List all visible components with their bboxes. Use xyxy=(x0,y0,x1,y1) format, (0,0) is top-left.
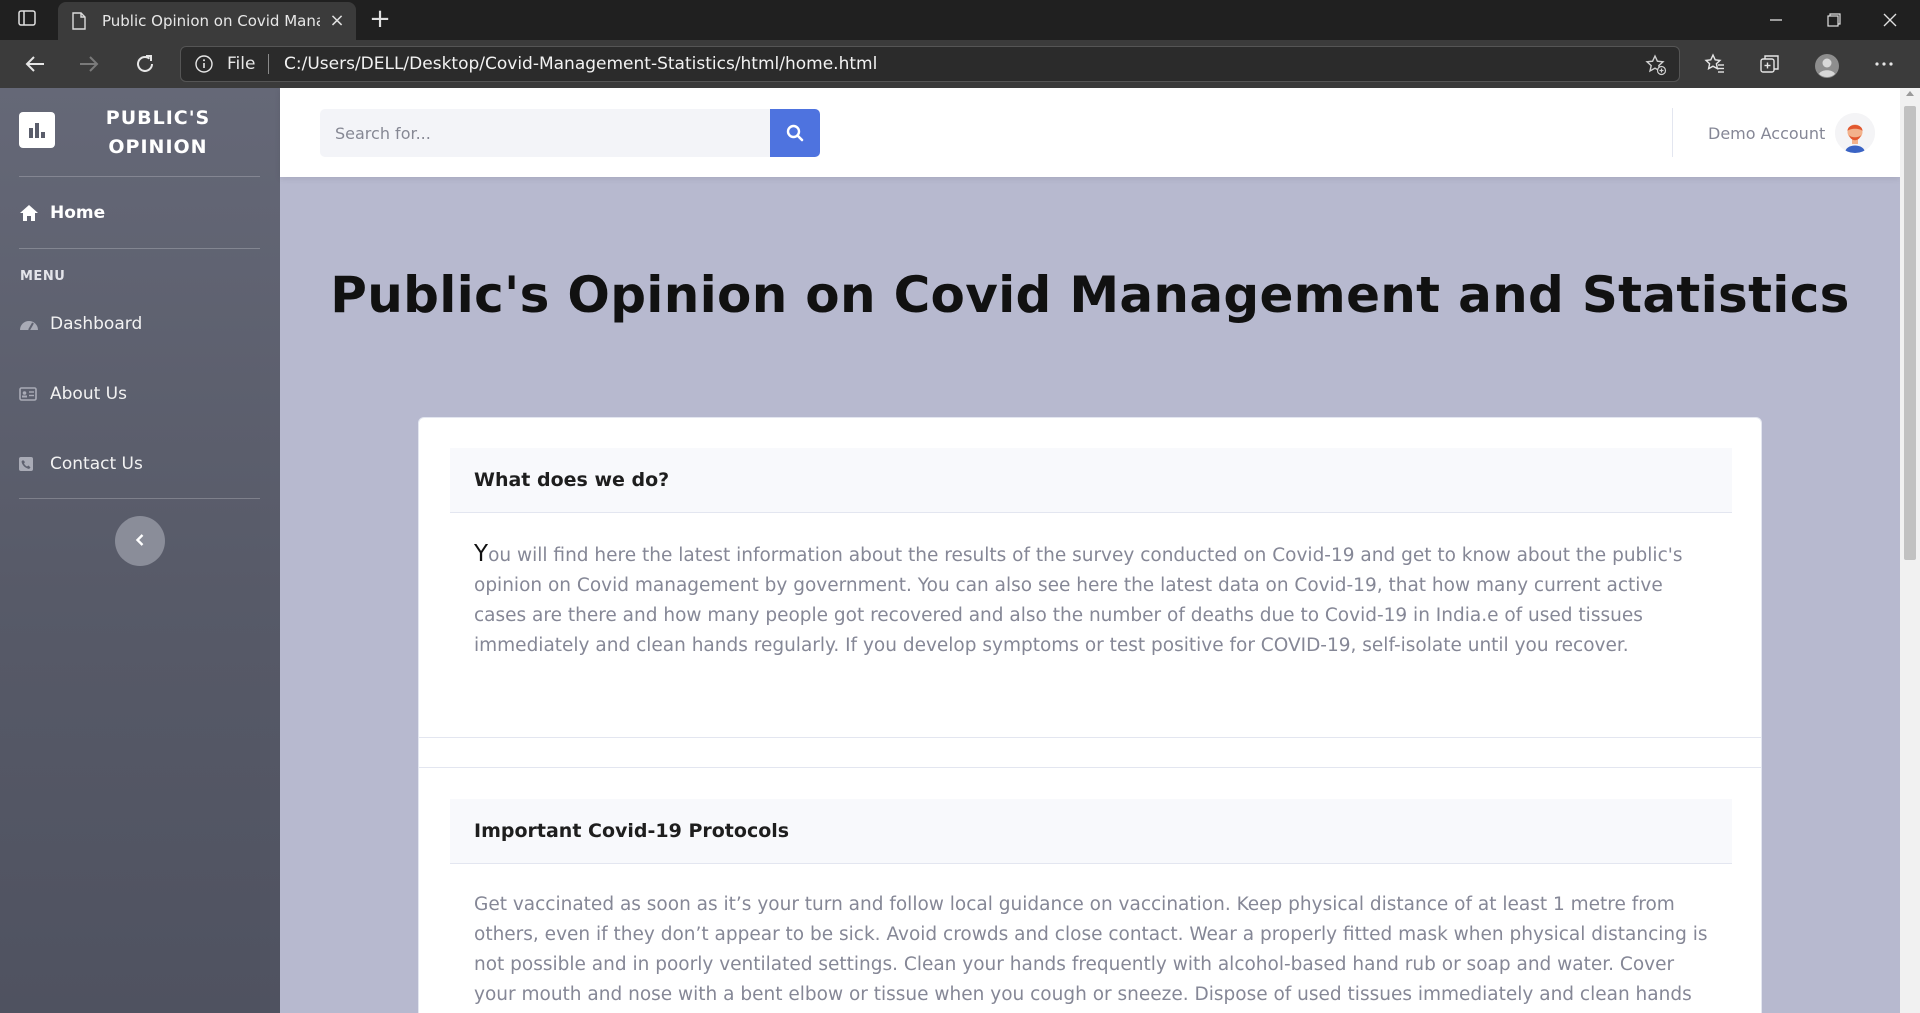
address-url[interactable]: C:/Users/DELL/Desktop/Covid-Management-S… xyxy=(284,54,877,74)
topbar-divider xyxy=(1672,108,1673,157)
sidebar-divider xyxy=(19,248,260,249)
sidebar: PUBLIC'S OPINION Home MENU Dashboard Abo… xyxy=(0,88,280,1013)
card-section-about: What does we do? You will find here the … xyxy=(450,448,1732,661)
sidebar-item-label: Home xyxy=(50,203,106,223)
collections-icon[interactable] xyxy=(1755,50,1785,78)
sidebar-divider xyxy=(19,176,260,177)
sidebar-item-about-us[interactable]: About Us xyxy=(19,378,259,410)
favorites-icon[interactable] xyxy=(1700,50,1730,78)
restore-button[interactable] xyxy=(1812,6,1856,34)
sidebar-item-label: Contact Us xyxy=(50,454,143,474)
close-window-button[interactable] xyxy=(1868,6,1912,34)
avatar xyxy=(1835,113,1876,153)
page-viewport: PUBLIC'S OPINION Home MENU Dashboard Abo… xyxy=(0,88,1920,1013)
address-scheme: File xyxy=(227,54,256,74)
info-icon[interactable] xyxy=(195,55,213,73)
search-form xyxy=(320,109,820,157)
bar-chart-logo-icon xyxy=(19,112,55,148)
browser-tab-strip: Public Opinion on Covid Management and S… xyxy=(0,0,1920,40)
card-body: You will find here the latest informatio… xyxy=(450,513,1732,661)
page-scrollbar[interactable] xyxy=(1900,88,1920,1013)
sidebar-item-label: About Us xyxy=(50,384,127,404)
tab-actions-icon[interactable] xyxy=(18,10,42,30)
brand-name: PUBLIC'S OPINION xyxy=(105,107,211,158)
sidebar-item-label: Dashboard xyxy=(50,314,143,334)
chevron-left-icon xyxy=(135,534,144,546)
id-card-icon xyxy=(19,384,39,404)
tab-title: Public Opinion on Covid Management and S… xyxy=(102,12,320,30)
address-separator xyxy=(268,54,269,74)
search-icon xyxy=(786,124,804,142)
page-title: Public's Opinion on Covid Management and… xyxy=(330,266,1850,324)
sidebar-item-dashboard[interactable]: Dashboard xyxy=(19,308,259,340)
card-header: Important Covid-19 Protocols xyxy=(450,799,1732,864)
forward-button[interactable] xyxy=(74,50,104,78)
profile-icon[interactable] xyxy=(1812,50,1842,78)
browser-tab[interactable]: Public Opinion on Covid Management and S… xyxy=(58,2,356,40)
more-menu-icon[interactable] xyxy=(1869,50,1899,78)
address-bar[interactable]: File C:/Users/DELL/Desktop/Covid-Managem… xyxy=(180,46,1680,82)
browser-toolbar: File C:/Users/DELL/Desktop/Covid-Managem… xyxy=(0,40,1920,88)
add-favorite-icon[interactable] xyxy=(1645,54,1667,76)
card-section-protocols: Important Covid-19 Protocols Get vaccina… xyxy=(450,799,1732,1013)
sidebar-item-contact-us[interactable]: Contact Us xyxy=(19,448,259,480)
content-card: What does we do? You will find here the … xyxy=(418,417,1762,1013)
minimize-button[interactable] xyxy=(1754,6,1798,34)
search-button[interactable] xyxy=(770,109,820,157)
card-header: What does we do? xyxy=(450,448,1732,513)
phone-square-icon xyxy=(19,454,39,474)
sidebar-item-home[interactable]: Home xyxy=(19,197,259,229)
card-body-text: ou will find here the latest information… xyxy=(474,545,1683,656)
menu-heading: MENU xyxy=(20,269,66,284)
sidebar-toggle-button[interactable] xyxy=(115,516,165,566)
home-icon xyxy=(19,203,39,223)
new-tab-button[interactable]: + xyxy=(368,6,392,32)
card-divider xyxy=(419,737,1761,738)
reload-button[interactable] xyxy=(130,50,160,78)
dropcap: Y xyxy=(474,541,489,567)
search-input[interactable] xyxy=(320,109,770,157)
topbar: Demo Account xyxy=(280,88,1900,177)
scroll-up-arrow-icon[interactable] xyxy=(1906,91,1914,96)
back-button[interactable] xyxy=(20,50,50,78)
page-icon xyxy=(72,12,86,30)
card-body-text: Get vaccinated as soon as it’s your turn… xyxy=(474,894,1708,1005)
user-menu[interactable]: Demo Account xyxy=(1708,112,1876,154)
sidebar-divider xyxy=(19,498,260,499)
scrollbar-thumb[interactable] xyxy=(1904,106,1916,560)
sidebar-brand[interactable]: PUBLIC'S OPINION xyxy=(0,88,280,176)
card-divider xyxy=(419,767,1761,768)
user-name: Demo Account xyxy=(1708,123,1826,143)
tachometer-icon xyxy=(19,314,39,334)
close-tab-icon[interactable]: × xyxy=(328,12,346,30)
